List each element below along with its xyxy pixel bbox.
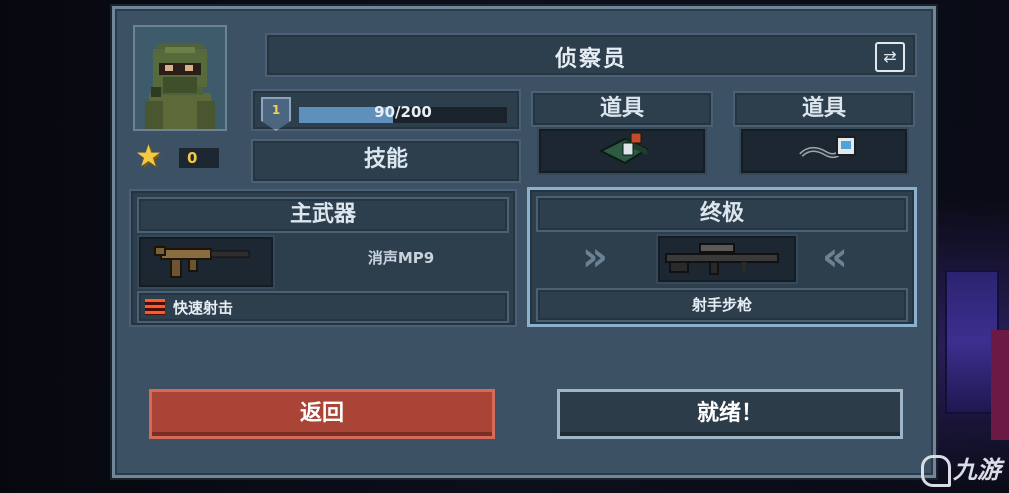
- star-count: 0: [179, 148, 219, 168]
- item-slot-1[interactable]: 道具: [531, 89, 713, 177]
- weapon-perk: 快速射击: [137, 291, 509, 323]
- character-name: 侦察员: [554, 47, 627, 72]
- skill-label: 技能: [363, 147, 408, 172]
- fire-rate-icon: [145, 299, 165, 315]
- smg-icon: [154, 246, 250, 278]
- item-slot-2-well: [739, 127, 909, 175]
- masked-soldier-icon: [135, 27, 225, 129]
- ultimate-panel[interactable]: 终极 » « 射手步枪: [527, 187, 917, 327]
- nine-game-logo-icon: [921, 455, 951, 487]
- primary-weapon-name: 消声MP9: [367, 249, 435, 267]
- star-icon: ★: [135, 139, 162, 174]
- character-name-bar: 侦察员 ⇄: [265, 33, 917, 77]
- primary-weapon-header: 主武器: [137, 197, 509, 233]
- chevron-right-icon: »: [582, 234, 608, 280]
- level-shield-icon: 1: [261, 97, 291, 131]
- weapon-perk-text: 快速射击: [173, 299, 234, 317]
- ready-button[interactable]: 就绪！: [557, 389, 903, 439]
- sniper-rifle-icon: [665, 243, 779, 275]
- primary-weapon-panel[interactable]: 主武器 消声MP9 快速射击: [129, 189, 517, 327]
- item-slot-1-well: [537, 127, 707, 175]
- ultimate-header: 终极: [536, 196, 908, 232]
- xp-text: 90/200: [374, 103, 432, 121]
- item-slot-2[interactable]: 道具: [733, 89, 915, 177]
- character-portrait[interactable]: [133, 25, 227, 131]
- loadout-panel: ★ 0 侦察员 ⇄ 1 90/200 技能 道具 道具 主武器 消声MP9 快速…: [112, 6, 936, 478]
- item-slot-1-label: 道具: [531, 91, 713, 127]
- skill-button[interactable]: 技能: [251, 139, 521, 183]
- watermark-text: 九游: [953, 456, 1001, 484]
- watermark: 九游: [921, 450, 1001, 487]
- star-rating: ★ 0: [135, 139, 225, 174]
- swap-character-icon[interactable]: ⇄: [875, 42, 905, 72]
- ultimate-weapon-name: 射手步枪: [536, 288, 908, 322]
- back-button[interactable]: 返回: [149, 389, 495, 439]
- level-xp-bar: 1 90/200: [251, 89, 521, 131]
- ultimate-weapon-well: [656, 234, 798, 284]
- chevron-left-icon: «: [822, 234, 848, 280]
- landmine-icon: [598, 132, 650, 165]
- background-pillar-accent: [991, 330, 1009, 440]
- item-slot-2-label: 道具: [733, 91, 915, 127]
- primary-weapon-well: [137, 235, 275, 289]
- grappling-hook-icon: [799, 136, 856, 159]
